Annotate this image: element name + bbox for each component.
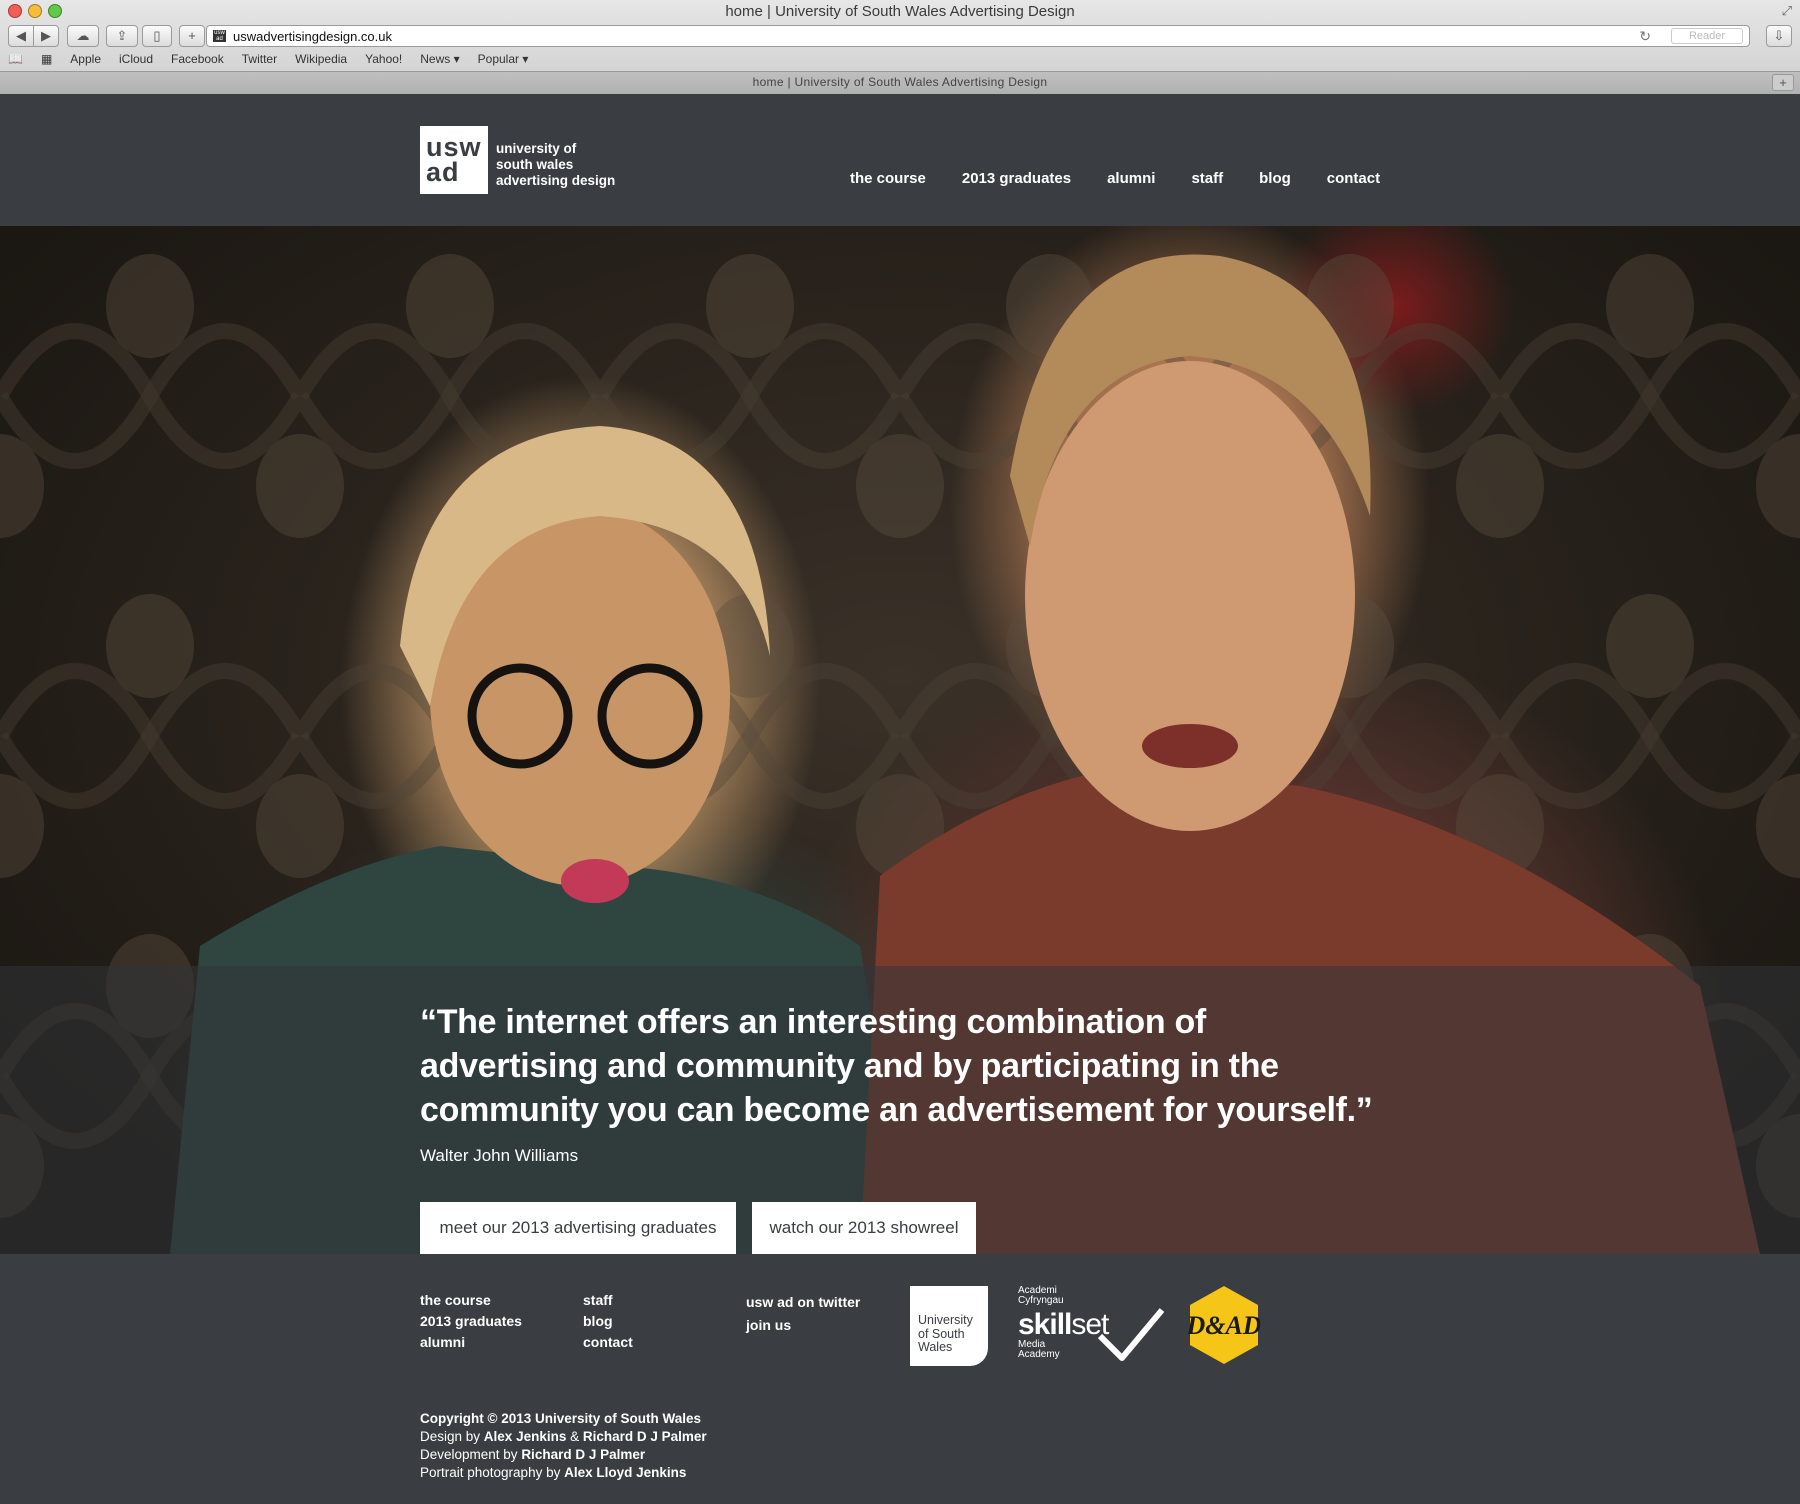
site-favicon-icon: usw ad bbox=[213, 30, 226, 42]
usw-logo-line-2: of South bbox=[918, 1326, 965, 1341]
site-header: usw ad university of south wales adverti… bbox=[0, 94, 1800, 226]
skillset-top-line-2: Cyfryngau bbox=[1018, 1295, 1064, 1306]
sidebar-button[interactable]: ▯ bbox=[142, 25, 172, 47]
footer-links-col-2: staff blog contact bbox=[583, 1290, 633, 1353]
photo-credit-line: Portrait photography by Alex Lloyd Jenki… bbox=[420, 1464, 707, 1482]
nav-blog[interactable]: blog bbox=[1259, 170, 1291, 187]
plus-icon: + bbox=[188, 28, 196, 43]
skillset-bottom-line-2: Academy bbox=[1018, 1349, 1060, 1360]
sidebar-icon: ▯ bbox=[153, 28, 161, 43]
footer-link-blog[interactable]: blog bbox=[583, 1311, 633, 1332]
reload-icon[interactable]: ↻ bbox=[1639, 28, 1651, 45]
nav-contact[interactable]: contact bbox=[1327, 170, 1380, 187]
bookmarks-bar: 📖 ▦ Apple iCloud Facebook Twitter Wikipe… bbox=[8, 50, 546, 68]
url-text: uswadvertisingdesign.co.uk bbox=[233, 29, 392, 44]
logo-text-1: university of bbox=[496, 141, 577, 156]
top-sites-icon[interactable]: ▦ bbox=[41, 52, 52, 66]
new-tab-button[interactable]: + bbox=[179, 25, 205, 47]
footer-links-col-3: usw ad on twitter join us bbox=[746, 1291, 860, 1337]
meet-graduates-button[interactable]: meet our 2013 advertising graduates bbox=[420, 1202, 736, 1254]
checkmark-icon bbox=[1097, 1308, 1165, 1361]
skillset-bold-text: skill bbox=[1018, 1308, 1072, 1341]
footer-link-join-us[interactable]: join us bbox=[746, 1314, 860, 1337]
skillset-wordmark: skillset bbox=[1018, 1308, 1109, 1342]
footer-links-col-1: the course 2013 graduates alumni bbox=[420, 1290, 522, 1353]
browser-chrome: home | University of South Wales Adverti… bbox=[0, 0, 1800, 94]
bookmark-twitter[interactable]: Twitter bbox=[242, 52, 277, 66]
design-credit-line: Design by Alex Jenkins & Richard D J Pal… bbox=[420, 1428, 707, 1446]
bookmark-popular-menu[interactable]: Popular ▾ bbox=[478, 52, 529, 66]
logo-wordmark[interactable]: university of south wales advertising de… bbox=[496, 141, 615, 189]
usw-logo-line-1: University bbox=[918, 1313, 973, 1327]
nav-alumni[interactable]: alumni bbox=[1107, 170, 1155, 187]
nav-staff[interactable]: staff bbox=[1191, 170, 1223, 187]
usw-ad-logo[interactable]: usw ad bbox=[420, 126, 488, 194]
development-credit-line: Development by Richard D J Palmer bbox=[420, 1446, 707, 1464]
bookmark-facebook[interactable]: Facebook bbox=[171, 52, 224, 66]
main-nav: the course 2013 graduates alumni staff b… bbox=[850, 170, 1416, 187]
share-icon: ⇪ bbox=[116, 28, 128, 43]
dandad-pencil-logo[interactable]: D&AD bbox=[1188, 1284, 1260, 1366]
footer-link-contact[interactable]: contact bbox=[583, 1332, 633, 1353]
nav-2013-graduates[interactable]: 2013 graduates bbox=[962, 170, 1071, 187]
bookmark-icloud[interactable]: iCloud bbox=[119, 52, 153, 66]
footer-link-the-course[interactable]: the course bbox=[420, 1290, 522, 1311]
development-credit-label: Development by bbox=[420, 1447, 522, 1462]
copyright-line: Copyright © 2013 University of South Wal… bbox=[420, 1410, 707, 1428]
nav-the-course[interactable]: the course bbox=[850, 170, 926, 187]
icloud-tabs-button[interactable]: ☁ bbox=[67, 25, 99, 47]
copyright-text: Copyright © 2013 University of South Wal… bbox=[420, 1411, 702, 1426]
designer-separator: & bbox=[566, 1429, 583, 1444]
developer: Richard D J Palmer bbox=[521, 1447, 646, 1462]
back-button[interactable]: ◀ bbox=[8, 25, 34, 47]
forward-button[interactable]: ▶ bbox=[33, 25, 59, 47]
footer-link-staff[interactable]: staff bbox=[583, 1290, 633, 1311]
downloads-button[interactable]: ⇩ bbox=[1766, 25, 1792, 47]
reading-list-icon[interactable]: 📖 bbox=[8, 52, 23, 66]
footer-link-alumni[interactable]: alumni bbox=[420, 1332, 522, 1353]
cloud-icon: ☁ bbox=[76, 28, 90, 43]
designer-1: Alex Jenkins bbox=[483, 1429, 567, 1444]
bookmark-apple[interactable]: Apple bbox=[70, 52, 101, 66]
bookmark-yahoo[interactable]: Yahoo! bbox=[365, 52, 402, 66]
hero-quote: “The internet offers an interesting comb… bbox=[420, 1003, 1373, 1129]
logo-text-3: advertising design bbox=[496, 173, 616, 188]
site-footer: the course 2013 graduates alumni staff b… bbox=[0, 1254, 1800, 1504]
logo-line-2: ad bbox=[426, 157, 460, 187]
download-icon: ⇩ bbox=[1773, 28, 1785, 43]
window-title: home | University of South Wales Adverti… bbox=[725, 3, 1075, 20]
back-arrow-icon: ◀ bbox=[16, 28, 26, 43]
footer-credits: Copyright © 2013 University of South Wal… bbox=[420, 1410, 707, 1482]
quote-author: Walter John Williams bbox=[420, 1146, 579, 1165]
university-of-south-wales-logo[interactable]: University of South Wales bbox=[910, 1286, 988, 1366]
bookmark-wikipedia[interactable]: Wikipedia bbox=[295, 52, 347, 66]
designer-2: Richard D J Palmer bbox=[582, 1429, 707, 1444]
photographer: Alex Lloyd Jenkins bbox=[564, 1465, 687, 1480]
footer-link-twitter[interactable]: usw ad on twitter bbox=[746, 1291, 860, 1314]
logo-text-2: south wales bbox=[496, 157, 574, 172]
add-tab-button[interactable]: + bbox=[1772, 74, 1794, 91]
design-credit-label: Design by bbox=[420, 1429, 484, 1444]
svg-text:D&AD: D&AD bbox=[1188, 1311, 1260, 1340]
footer-link-2013-graduates[interactable]: 2013 graduates bbox=[420, 1311, 522, 1332]
watch-showreel-button[interactable]: watch our 2013 showreel bbox=[752, 1202, 976, 1254]
reader-button[interactable]: Reader bbox=[1671, 28, 1743, 44]
fullscreen-icon[interactable]: ⤢ bbox=[1782, 3, 1792, 19]
forward-arrow-icon: ▶ bbox=[41, 28, 51, 43]
tab-active[interactable]: home | University of South Wales Adverti… bbox=[0, 75, 1800, 89]
address-bar[interactable]: usw ad uswadvertisingdesign.co.uk ↻ Read… bbox=[206, 25, 1750, 47]
tab-bar: home | University of South Wales Adverti… bbox=[0, 71, 1800, 94]
skillset-logo[interactable]: Academi Cyfryngau skillset Media Academy bbox=[1018, 1286, 1165, 1366]
share-button[interactable]: ⇪ bbox=[106, 25, 138, 47]
bookmark-news-menu[interactable]: News ▾ bbox=[420, 52, 459, 66]
photo-credit-label: Portrait photography by bbox=[420, 1465, 565, 1480]
usw-logo-line-3: Wales bbox=[918, 1340, 953, 1354]
